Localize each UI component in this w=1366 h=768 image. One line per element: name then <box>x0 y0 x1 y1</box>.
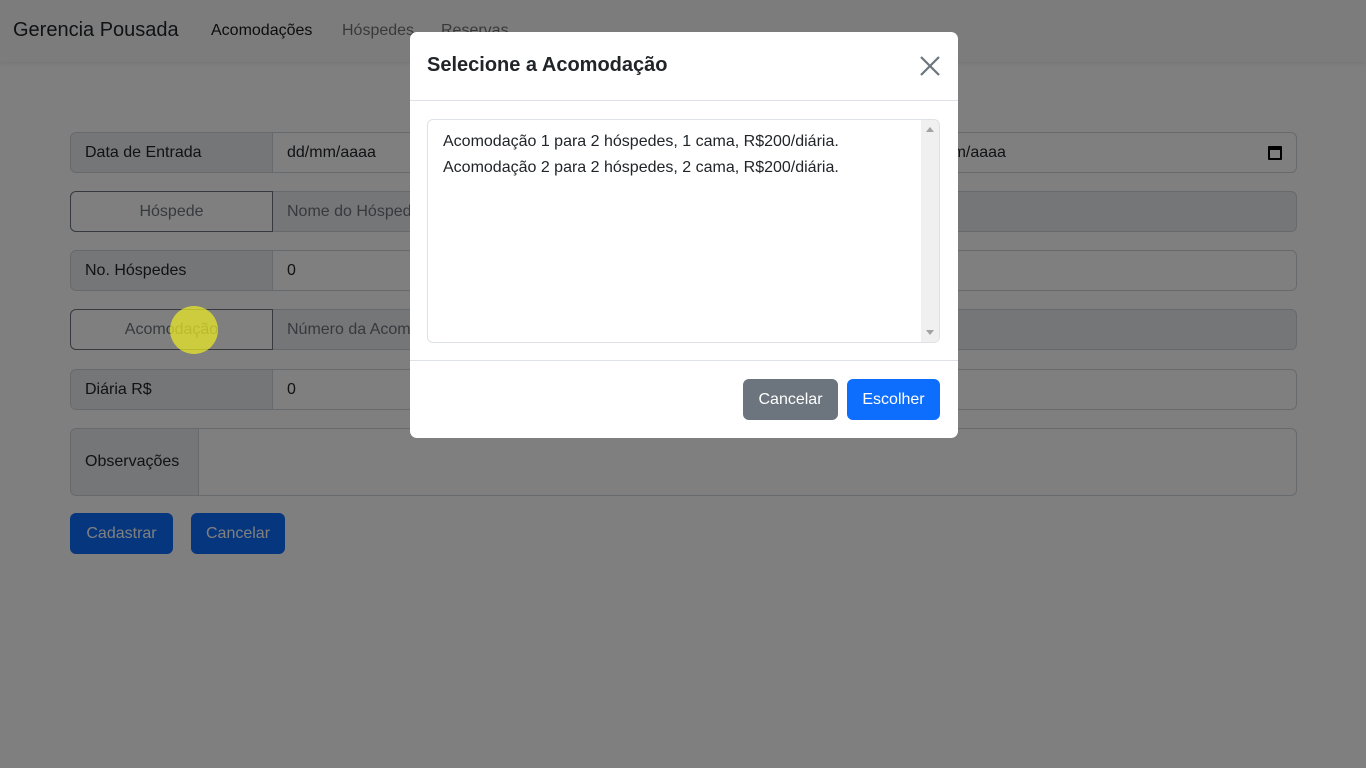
cursor-highlight <box>170 306 218 354</box>
scroll-down-icon[interactable] <box>926 330 934 335</box>
select-room-modal: Selecione a Acomodação Acomodação 1 para… <box>410 32 958 438</box>
scroll-up-icon[interactable] <box>926 127 934 132</box>
room-listbox[interactable]: Acomodação 1 para 2 hóspedes, 1 cama, R$… <box>427 119 940 343</box>
room-option[interactable]: Acomodação 2 para 2 hóspedes, 2 cama, R$… <box>428 155 939 181</box>
close-icon[interactable] <box>918 54 942 78</box>
choose-button[interactable]: Escolher <box>847 379 940 420</box>
scrollbar[interactable] <box>921 120 939 342</box>
modal-title: Selecione a Acomodação <box>427 54 668 76</box>
modal-cancel-button[interactable]: Cancelar <box>743 379 838 420</box>
room-option[interactable]: Acomodação 1 para 2 hóspedes, 1 cama, R$… <box>428 129 939 155</box>
